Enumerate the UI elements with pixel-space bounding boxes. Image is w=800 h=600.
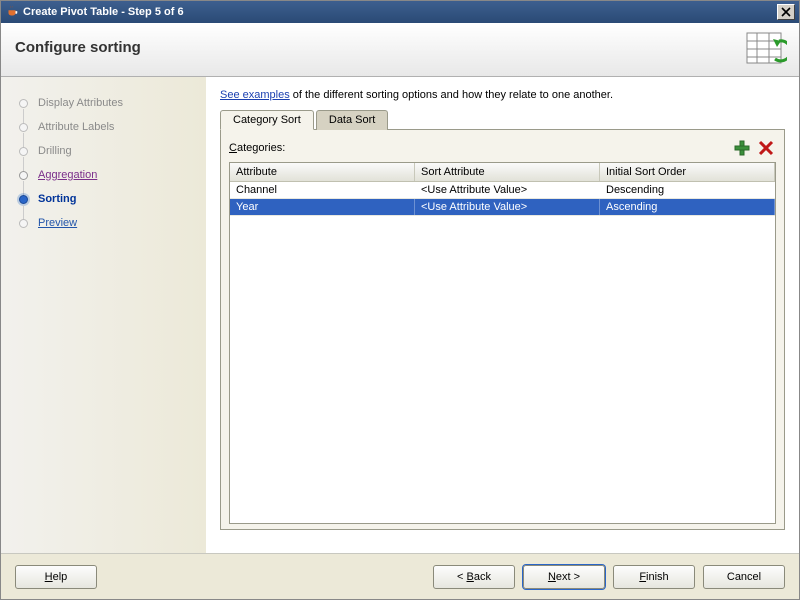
close-icon [781,7,791,17]
categories-toolbar: Categories: [229,138,776,158]
grid-header: Attribute Sort Attribute Initial Sort Or… [230,163,775,182]
step-drilling[interactable]: Drilling [19,139,196,163]
intro-text: See examples of the different sorting op… [220,89,785,101]
tab-data-sort[interactable]: Data Sort [316,110,388,130]
tab-body: Categories: Attribute Sort Attribute Ini… [220,130,785,530]
wizard-steps-nav: Display Attributes Attribute Labels Dril… [1,77,206,553]
window-title: Create Pivot Table - Step 5 of 6 [23,6,777,18]
main-panel: See examples of the different sorting op… [206,77,799,553]
table-row[interactable]: Year <Use Attribute Value> Ascending [230,199,775,216]
wizard-footer: Help < Back Next > Finish Cancel [1,553,799,599]
java-icon [5,5,19,19]
plus-icon [734,140,750,156]
page-title: Configure sorting [15,39,141,56]
content-row: Display Attributes Attribute Labels Dril… [1,77,799,553]
tab-category-sort[interactable]: Category Sort [220,110,314,130]
title-bar: Create Pivot Table - Step 5 of 6 [1,1,799,23]
close-button[interactable] [777,4,795,20]
step-aggregation[interactable]: Aggregation [19,163,196,187]
table-row[interactable]: Channel <Use Attribute Value> Descending [230,182,775,199]
cancel-button[interactable]: Cancel [703,565,785,589]
step-sorting: Sorting [19,187,196,211]
see-examples-link[interactable]: See examples [220,89,290,101]
sort-tabs: Category Sort Data Sort [220,109,785,130]
wizard-header: Configure sorting [1,23,799,77]
categories-grid[interactable]: Attribute Sort Attribute Initial Sort Or… [229,162,776,524]
col-attribute[interactable]: Attribute [230,163,415,181]
add-category-button[interactable] [732,138,752,158]
x-icon [758,140,774,156]
col-sort-attribute[interactable]: Sort Attribute [415,163,600,181]
step-preview[interactable]: Preview [19,211,196,235]
help-button[interactable]: Help [15,565,97,589]
step-display-attributes[interactable]: Display Attributes [19,91,196,115]
back-button[interactable]: < Back [433,565,515,589]
remove-category-button[interactable] [756,138,776,158]
next-button[interactable]: Next > [523,565,605,589]
pivot-table-icon [745,29,787,71]
col-initial-sort-order[interactable]: Initial Sort Order [600,163,775,181]
categories-label: Categories: [229,142,728,154]
finish-button[interactable]: Finish [613,565,695,589]
step-attribute-labels[interactable]: Attribute Labels [19,115,196,139]
